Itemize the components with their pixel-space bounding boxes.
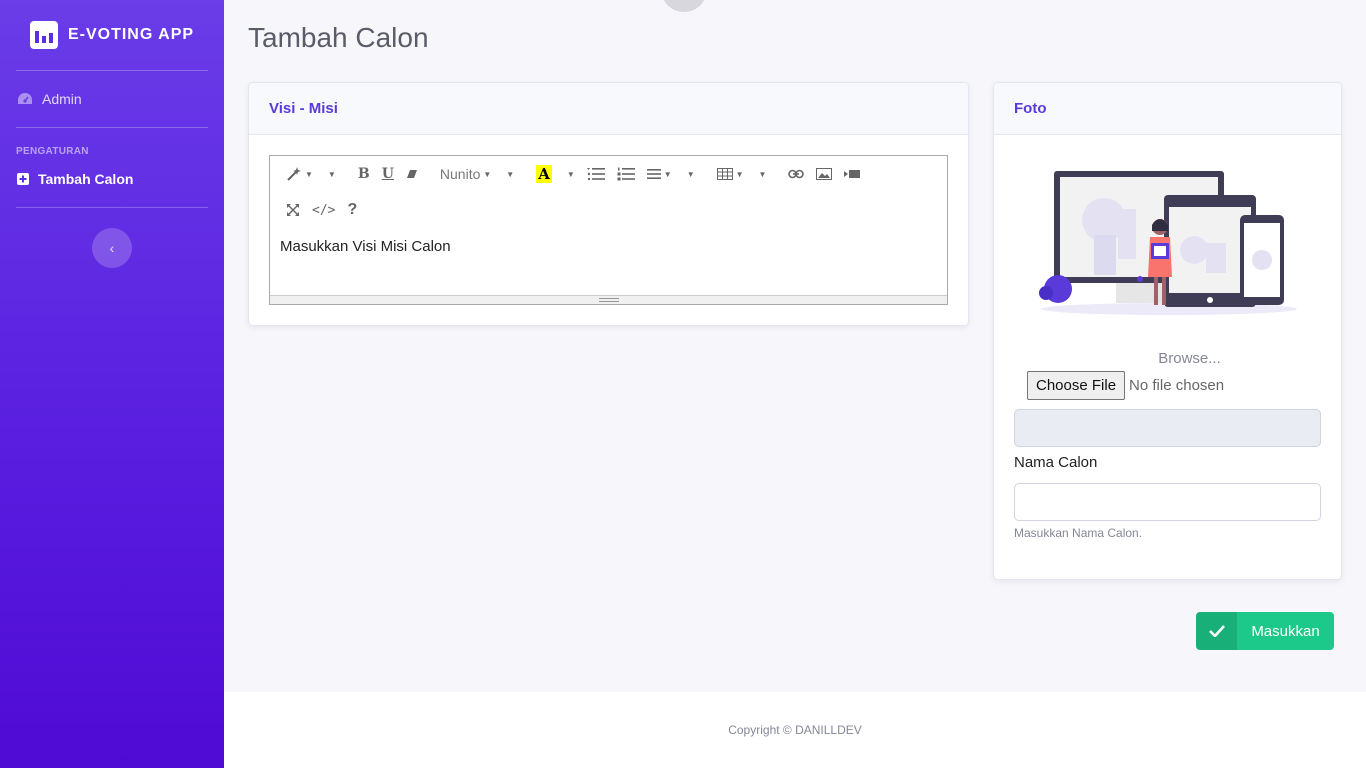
paragraph-align-dropdown[interactable]: ▼ [641, 160, 678, 188]
caret-down-icon: ▼ [506, 169, 515, 179]
copyright-text: Copyright © DANILLDEV [728, 723, 862, 737]
line-height-dropdown[interactable]: ▼ [678, 160, 701, 188]
sidebar: E-VOTING APP Admin PENGATURAN Tambah Cal… [0, 0, 224, 768]
tachometer-icon [18, 93, 32, 104]
insert-video-button[interactable] [838, 160, 866, 188]
caret-down-icon: ▼ [566, 169, 575, 179]
caret-down-icon: ▼ [663, 169, 672, 179]
video-icon [844, 170, 861, 178]
bar-chart-icon [29, 21, 58, 49]
brand-name: E-VOTING APP [67, 26, 195, 43]
code-view-button[interactable]: </> [306, 196, 341, 224]
caret-down-icon: ▼ [483, 169, 492, 179]
editor-toolbar: ▼ ▼ B U Nunito ▼ ▼ A ▼ ▼ ▼ ▼ ▼ [270, 156, 947, 192]
image-icon [816, 168, 833, 180]
nama-calon-input[interactable] [1014, 483, 1321, 521]
nama-calon-label: Nama Calon [1014, 454, 1098, 471]
link-icon [788, 169, 805, 179]
caret-down-icon: ▼ [305, 169, 313, 179]
insert-link-button[interactable] [782, 160, 810, 188]
table-options-dropdown[interactable]: ▼ [750, 160, 773, 188]
choose-file-button[interactable]: Choose File [1027, 371, 1126, 400]
align-left-icon [646, 169, 661, 179]
file-name-field [1014, 409, 1321, 447]
footer: Copyright © DANILLDEV [224, 692, 1366, 768]
sidebar-item-admin[interactable]: Admin [0, 71, 224, 127]
text-color-swatch: A [536, 165, 552, 183]
browse-label: Browse... [1158, 350, 1221, 367]
bold-button[interactable]: B [352, 160, 376, 188]
rich-text-editor[interactable]: ▼ ▼ B U Nunito ▼ ▼ A ▼ ▼ ▼ ▼ ▼ </> ? Mas… [269, 155, 948, 305]
editor-content[interactable]: Masukkan Visi Misi Calon [270, 228, 947, 265]
caret-down-icon: ▼ [327, 169, 336, 179]
masukkan-button[interactable]: Masukkan [1196, 612, 1334, 650]
file-status: No file chosen [1129, 377, 1225, 394]
font-name-label: Nunito [439, 166, 481, 182]
sidebar-item-label: Admin [42, 91, 82, 107]
page-title: Tambah Calon [248, 22, 429, 53]
sidebar-heading: PENGATURAN [16, 146, 89, 157]
caret-down-icon: ▼ [735, 169, 744, 179]
insert-image-button[interactable] [810, 160, 838, 188]
nama-calon-help: Masukkan Nama Calon. [1014, 526, 1143, 540]
question-icon: ? [347, 201, 358, 218]
foto-card: Foto Browse... Choose File No file chose… [993, 82, 1342, 580]
style-magic-button[interactable]: ▼ [280, 160, 319, 188]
eraser-icon [406, 170, 417, 178]
caret-down-icon: ▼ [686, 169, 695, 179]
visi-misi-card: Visi - Misi ▼ ▼ B U Nunito ▼ ▼ A ▼ ▼ ▼ ▼… [248, 82, 969, 326]
table-dropdown[interactable]: ▼ [711, 160, 750, 188]
table-icon [716, 168, 733, 180]
caret-down-icon: ▼ [758, 169, 767, 179]
brand[interactable]: E-VOTING APP [0, 0, 224, 70]
clear-format-button[interactable] [400, 160, 424, 188]
card-title: Visi - Misi [249, 83, 968, 135]
unordered-list-button[interactable] [581, 160, 611, 188]
user-avatar[interactable] [661, 0, 707, 12]
list-ol-icon [617, 167, 635, 181]
devices-illustration [1039, 171, 1297, 315]
sidebar-toggle-button[interactable]: ‹ [92, 228, 132, 268]
masukkan-label: Masukkan [1251, 622, 1320, 640]
sidebar-divider [16, 207, 208, 208]
card-title: Foto [994, 83, 1341, 135]
code-icon: </> [312, 202, 336, 218]
list-ul-icon [586, 168, 605, 181]
editor-toolbar-row-2: </> ? [270, 192, 947, 228]
fullscreen-button[interactable] [280, 196, 306, 224]
underline-button[interactable]: U [376, 160, 400, 188]
color-dropdown[interactable]: ▼ [558, 160, 581, 188]
sidebar-item-tambah-calon[interactable]: Tambah Calon [0, 163, 224, 195]
magic-wand-icon [287, 167, 301, 181]
font-name-dropdown[interactable]: Nunito ▼ [434, 160, 497, 188]
help-button[interactable]: ? [341, 196, 363, 224]
plus-square-icon [17, 173, 29, 185]
style-dropdown-button[interactable]: ▼ [319, 160, 342, 188]
editor-resize-handle[interactable] [270, 295, 947, 304]
chevron-left-icon: ‹ [109, 240, 115, 256]
file-input[interactable]: Choose File No file chosen [1027, 371, 1224, 400]
text-color-button[interactable]: A [530, 160, 558, 188]
ordered-list-button[interactable] [611, 160, 641, 188]
sidebar-item-label: Tambah Calon [38, 171, 134, 187]
font-size-dropdown[interactable]: ▼ [497, 160, 520, 188]
expand-icon [287, 204, 299, 216]
check-icon [1196, 612, 1237, 650]
